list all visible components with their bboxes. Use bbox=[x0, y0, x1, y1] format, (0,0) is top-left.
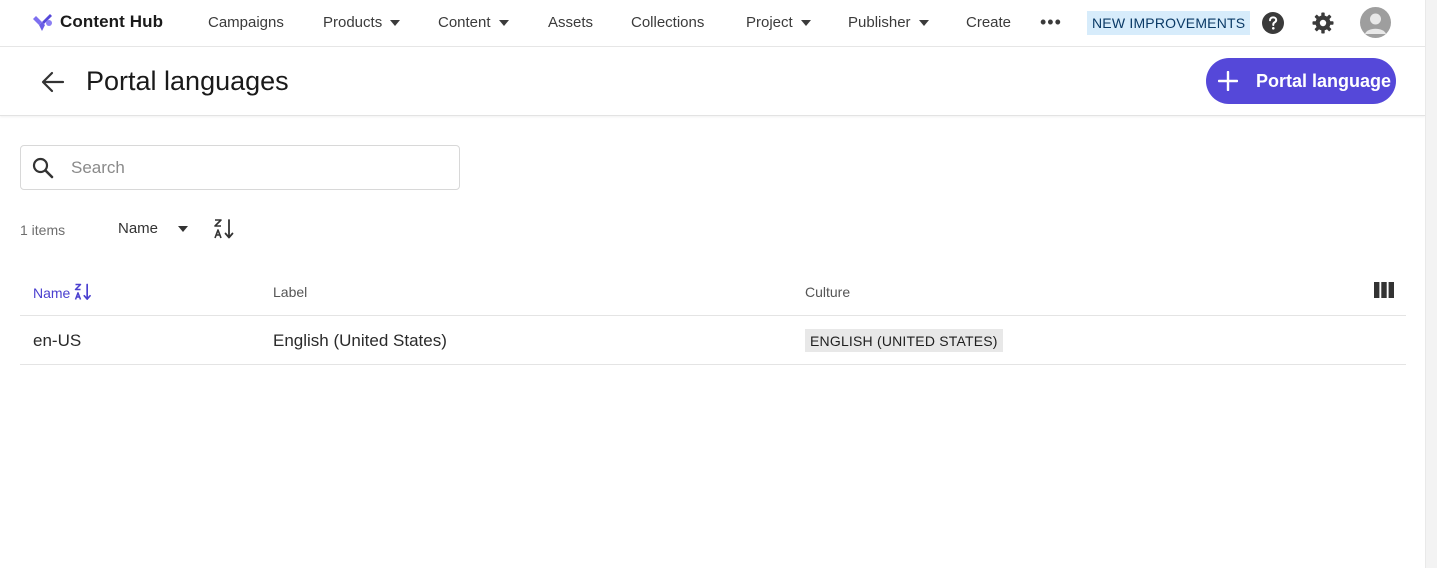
back-button[interactable] bbox=[40, 69, 66, 95]
sort-descending-icon bbox=[75, 283, 92, 300]
user-avatar-button[interactable] bbox=[1360, 7, 1391, 38]
items-count: 1 items bbox=[20, 222, 66, 238]
search-input[interactable] bbox=[71, 156, 451, 180]
nav-item-label: Content bbox=[438, 14, 491, 31]
help-icon bbox=[1262, 12, 1284, 34]
nav-item-label: Create bbox=[966, 14, 1012, 31]
add-portal-language-label: Portal language bbox=[1256, 70, 1392, 91]
nav-item-label: Assets bbox=[548, 14, 594, 31]
nav-item-create[interactable]: Create bbox=[966, 14, 1011, 31]
column-header-label: Label bbox=[273, 284, 308, 300]
page-header: Portal languages Portal language bbox=[0, 47, 1425, 116]
column-header-label: Name bbox=[33, 285, 71, 301]
nav-item-assets[interactable]: Assets bbox=[548, 14, 593, 31]
column-chooser-button[interactable] bbox=[1373, 280, 1395, 300]
column-header-label: Culture bbox=[805, 284, 851, 300]
sort-field-label: Name bbox=[118, 220, 159, 237]
cell-name: en-US bbox=[33, 331, 82, 350]
chevron-down-icon bbox=[918, 20, 929, 26]
nav-item-publisher[interactable]: Publisher bbox=[848, 14, 929, 31]
nav-item-project[interactable]: Project bbox=[746, 14, 811, 31]
add-portal-language-button[interactable]: Portal language bbox=[1206, 58, 1396, 104]
column-header-label-col[interactable]: Label bbox=[273, 284, 307, 300]
help-button[interactable] bbox=[1261, 11, 1285, 35]
chevron-down-icon bbox=[390, 20, 401, 26]
nav-item-campaigns[interactable]: Campaigns bbox=[208, 14, 284, 31]
gear-icon bbox=[1312, 12, 1334, 34]
chevron-down-icon bbox=[800, 20, 811, 26]
search-icon bbox=[32, 157, 54, 179]
column-header-culture[interactable]: Culture bbox=[805, 284, 850, 300]
table-row[interactable]: en-US English (United States) ENGLISH (U… bbox=[20, 316, 1406, 365]
more-menu-button[interactable]: ••• bbox=[1040, 13, 1062, 31]
page-title: Portal languages bbox=[86, 66, 289, 96]
cell-label: English (United States) bbox=[273, 331, 447, 350]
nav-item-label: Collections bbox=[631, 14, 705, 31]
scrollbar-track[interactable] bbox=[1425, 0, 1437, 568]
table-header-row: Name Label Culture bbox=[20, 268, 1406, 316]
column-header-name[interactable]: Name bbox=[33, 283, 93, 302]
new-improvements-badge[interactable]: NEW IMPROVEMENTS bbox=[1087, 11, 1251, 35]
arrow-left-icon bbox=[41, 71, 65, 93]
nav-item-products[interactable]: Products bbox=[323, 14, 401, 31]
sort-direction-button[interactable] bbox=[212, 217, 236, 241]
nav-item-label: Campaigns bbox=[208, 14, 284, 31]
nav-item-label: Products bbox=[323, 14, 383, 31]
chevron-down-icon bbox=[498, 20, 509, 26]
settings-button[interactable] bbox=[1311, 11, 1335, 35]
top-navigation: Content Hub Campaigns Products Content A… bbox=[0, 0, 1425, 47]
sort-descending-icon bbox=[214, 219, 234, 239]
languages-table: Name Label Culture en-US English (United… bbox=[20, 268, 1406, 365]
columns-icon bbox=[1374, 282, 1394, 298]
nav-item-label: Project bbox=[746, 14, 793, 31]
nav-item-label: Publisher bbox=[848, 14, 911, 31]
sort-field-select[interactable]: Name bbox=[118, 220, 189, 237]
plus-icon bbox=[1218, 71, 1238, 91]
nav-item-collections[interactable]: Collections bbox=[631, 14, 704, 31]
culture-tag: ENGLISH (UNITED STATES) bbox=[805, 329, 1003, 352]
search-box bbox=[20, 145, 460, 190]
nav-item-content[interactable]: Content bbox=[438, 14, 509, 31]
chevron-down-icon bbox=[178, 226, 189, 232]
avatar-icon bbox=[1365, 13, 1386, 34]
